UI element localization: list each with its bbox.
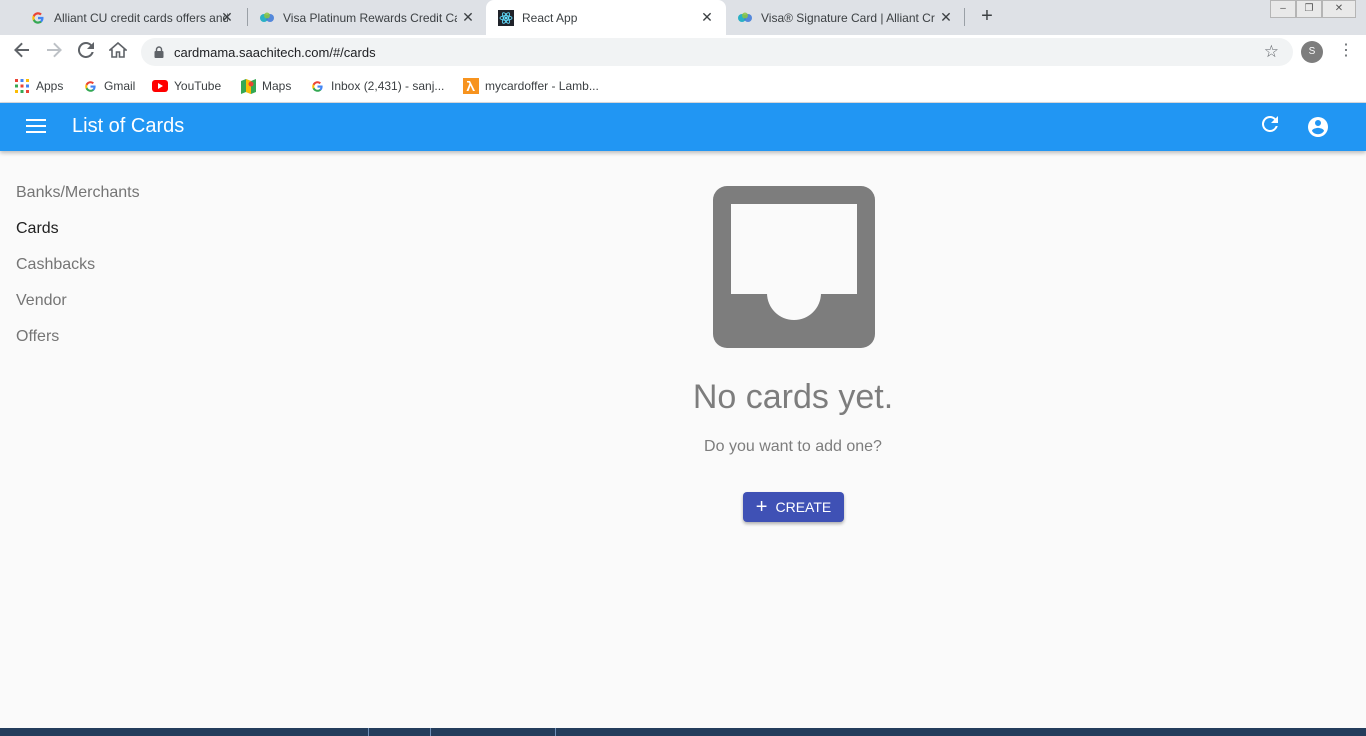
reload-icon[interactable] (76, 41, 96, 62)
alliant-icon (737, 10, 753, 26)
account-circle-icon[interactable] (1306, 115, 1330, 139)
restore-icon[interactable]: ❐ (1296, 0, 1322, 18)
bookmarks-bar: Apps Gmail YouTube Maps Inbox (2,431) - … (0, 69, 1366, 103)
tab-title: React App (522, 10, 578, 25)
close-window-icon[interactable]: ✕ (1322, 0, 1356, 18)
bookmark-label: Apps (36, 79, 64, 93)
bookmark-label: Gmail (104, 79, 136, 93)
youtube-icon (152, 78, 168, 94)
google-icon (30, 10, 46, 26)
empty-state-subtitle: Do you want to add one? (704, 438, 882, 455)
sidebar-item-offers[interactable]: Offers (16, 328, 59, 346)
tab-separator (964, 8, 965, 26)
bookmark-label: Inbox (2,431) - sanj... (331, 79, 445, 93)
bookmark-label: mycardoffer - Lamb... (485, 79, 599, 93)
page-title: List of Cards (72, 115, 185, 137)
back-icon[interactable] (12, 42, 32, 62)
plus-icon: + (755, 496, 768, 518)
more-menu-icon[interactable]: ⋮ (1338, 42, 1354, 62)
tab-alliant-offers[interactable]: Alliant CU credit cards offers and ✕ (8, 0, 246, 35)
bookmark-maps[interactable]: Maps (240, 77, 291, 95)
google-icon (82, 78, 98, 94)
browser-toolbar: cardmama.saachitech.com/#/cards ☆ S ⋮ (0, 35, 1366, 69)
empty-state-title: No cards yet. (692, 378, 894, 416)
create-button[interactable]: + CREATE (743, 492, 844, 522)
taskbar-item[interactable] (555, 728, 613, 736)
os-taskbar (0, 728, 1366, 736)
hamburger-menu-icon[interactable] (26, 119, 46, 135)
tab-visa-platinum[interactable]: Visa Platinum Rewards Credit Car ✕ (237, 0, 487, 35)
tab-react-app[interactable]: React App ✕ (486, 0, 726, 35)
sidebar-item-banks-merchants[interactable]: Banks/Merchants (16, 184, 140, 202)
lock-icon (154, 46, 164, 58)
taskbar-item[interactable] (368, 728, 428, 736)
create-button-label: CREATE (775, 499, 832, 515)
forward-icon[interactable] (44, 42, 64, 62)
profile-avatar[interactable]: S (1301, 41, 1323, 63)
bookmark-label: Maps (262, 79, 292, 93)
minimize-icon[interactable]: – (1270, 0, 1296, 18)
alliant-icon (259, 10, 275, 26)
bookmark-mycardoffer[interactable]: mycardoffer - Lamb... (463, 77, 599, 95)
tab-visa-signature[interactable]: Visa® Signature Card | Alliant Cr ✕ (715, 0, 965, 35)
react-icon (498, 9, 514, 26)
new-tab-icon[interactable]: + (976, 6, 998, 28)
taskbar-item[interactable] (430, 728, 490, 736)
bookmark-label: YouTube (174, 79, 222, 93)
tab-title: Visa® Signature Card | Alliant Cr (761, 10, 935, 25)
maps-icon (240, 78, 256, 94)
close-tab-icon[interactable]: ✕ (220, 10, 234, 24)
browser-chrome: Alliant CU credit cards offers and ✕ Vis… (0, 0, 1366, 103)
bookmark-gmail[interactable]: Gmail (82, 77, 135, 95)
bookmark-youtube[interactable]: YouTube (152, 77, 221, 95)
google-icon (309, 78, 325, 94)
bookmark-inbox[interactable]: Inbox (2,431) - sanj... (309, 77, 444, 95)
bookmark-star-icon[interactable]: ☆ (1264, 42, 1279, 62)
refresh-icon[interactable] (1258, 112, 1282, 136)
bookmark-apps[interactable]: Apps (14, 77, 63, 95)
tab-title: Visa Platinum Rewards Credit Car (283, 10, 457, 25)
close-tab-icon[interactable]: ✕ (700, 10, 714, 24)
url-text[interactable]: cardmama.saachitech.com/#/cards (174, 45, 376, 60)
apps-grid-icon (14, 78, 30, 94)
close-tab-icon[interactable]: ✕ (461, 10, 475, 24)
inbox-icon (713, 186, 875, 348)
sidebar-item-cards[interactable]: Cards (16, 220, 59, 238)
home-icon[interactable] (107, 41, 129, 62)
address-bar[interactable]: cardmama.saachitech.com/#/cards ☆ (141, 38, 1293, 66)
tab-strip: Alliant CU credit cards offers and ✕ Vis… (0, 0, 1366, 35)
close-tab-icon[interactable]: ✕ (939, 10, 953, 24)
tab-title: Alliant CU credit cards offers and (54, 10, 228, 25)
sidebar-item-vendor[interactable]: Vendor (16, 292, 67, 310)
app-bar: List of Cards (0, 103, 1366, 151)
sidebar-item-cashbacks[interactable]: Cashbacks (16, 256, 95, 274)
lambda-icon (463, 78, 479, 94)
